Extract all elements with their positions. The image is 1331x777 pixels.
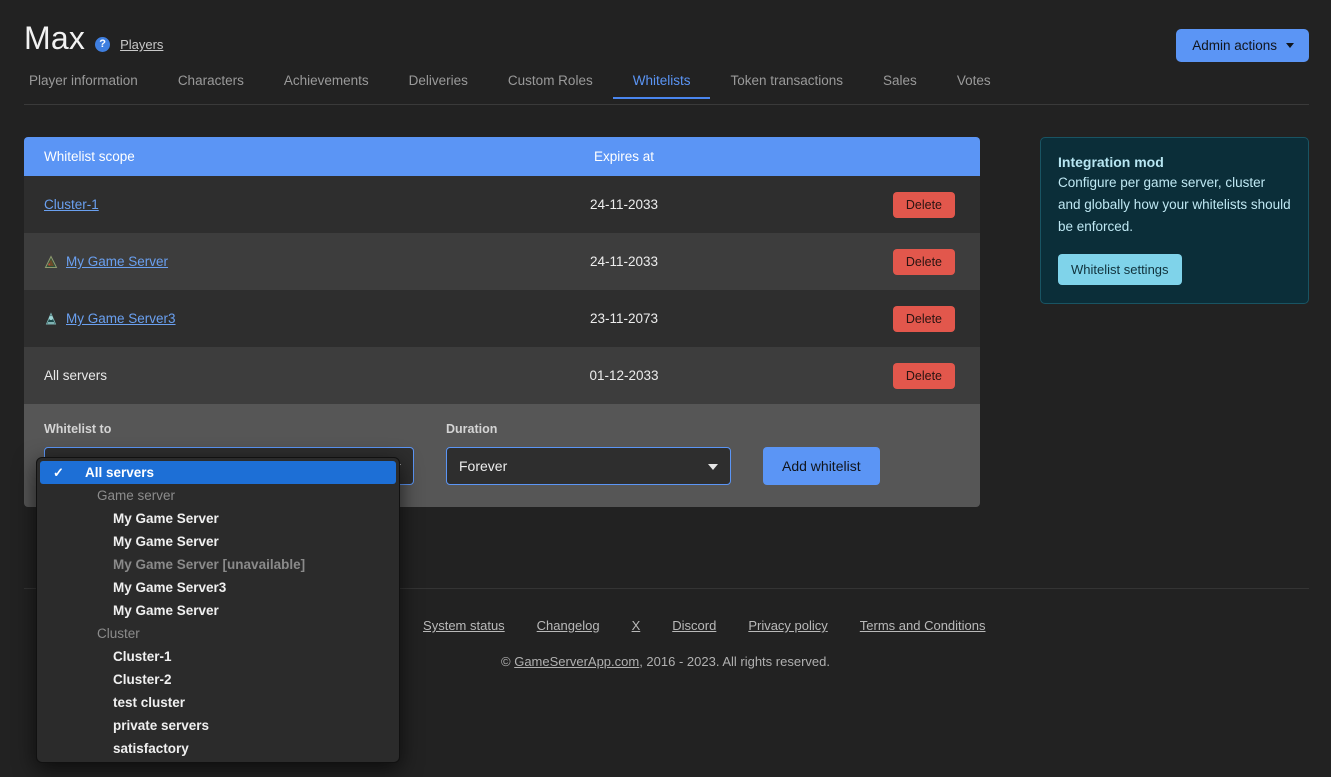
- cell-expires-at: 01-12-2033: [589, 368, 659, 383]
- whitelist-table-card: Whitelist scope Expires at Cluster-1 24-1…: [24, 137, 980, 507]
- title-breadcrumb-group: Max ? Players: [24, 20, 163, 57]
- cell-scope: All servers: [24, 368, 454, 383]
- add-whitelist-button[interactable]: Add whitelist: [763, 447, 880, 485]
- cell-actions: Delete: [794, 191, 980, 218]
- footer-link-system-status[interactable]: System status: [423, 618, 505, 633]
- conan-game-icon: [44, 311, 58, 326]
- table-row: My Game Server 24-11-2033 Delete: [24, 233, 980, 290]
- dropdown-option-label: All servers: [85, 465, 155, 480]
- cell-scope: Cluster-1: [24, 197, 454, 212]
- ark-game-icon: [44, 254, 58, 269]
- scope-link[interactable]: Cluster-1: [44, 197, 99, 212]
- table-row: All servers 01-12-2033 Delete: [24, 347, 980, 404]
- footer-link-privacy-policy[interactable]: Privacy policy: [748, 618, 827, 633]
- breadcrumb-players-link[interactable]: Players: [120, 37, 163, 52]
- dropdown-option[interactable]: satisfactory: [37, 737, 399, 760]
- cell-scope: My Game Server3: [24, 311, 454, 326]
- cell-actions: Delete: [794, 248, 980, 275]
- dropdown-group-label: Cluster: [97, 626, 140, 641]
- footer-link-discord[interactable]: Discord: [672, 618, 716, 633]
- dropdown-option: My Game Server [unavailable]: [113, 557, 306, 572]
- admin-actions-button[interactable]: Admin actions: [1176, 29, 1309, 62]
- chevron-down-icon: [708, 464, 718, 470]
- dropdown-option[interactable]: Cluster-1: [37, 645, 399, 668]
- cell-expires-at: 24-11-2033: [589, 197, 659, 212]
- whitelists-page: Max ? Players Admin actions Player infor…: [0, 0, 1331, 777]
- copyright-suffix: , 2016 - 2023. All rights reserved.: [639, 654, 830, 669]
- duration-select[interactable]: Forever: [446, 447, 731, 485]
- tab-custom-roles[interactable]: Custom Roles: [488, 73, 613, 99]
- table-body: Cluster-1 24-11-2033 Delete My Game Server 2…: [24, 176, 980, 404]
- duration-label: Duration: [446, 422, 498, 436]
- tab-token-transactions[interactable]: Token transactions: [710, 73, 863, 99]
- table-row: My Game Server3 23-11-2073 Delete: [24, 290, 980, 347]
- scope-text: All servers: [44, 368, 108, 383]
- dropdown-option[interactable]: Cluster-2: [37, 668, 399, 691]
- integration-mod-card: Integration mod Configure per game serve…: [1040, 137, 1309, 304]
- whitelist-to-label: Whitelist to: [44, 422, 112, 436]
- whitelist-scope-dropdown[interactable]: ✓ All servers Game server My Game Server My …: [36, 457, 400, 763]
- delete-button[interactable]: Delete: [892, 305, 955, 332]
- tab-achievements[interactable]: Achievements: [264, 73, 389, 99]
- table-header-row: Whitelist scope Expires at: [24, 137, 980, 176]
- integration-mod-body: Configure per game server, cluster and g…: [1058, 175, 1291, 234]
- footer-link-x[interactable]: X: [632, 618, 641, 633]
- tab-whitelists[interactable]: Whitelists: [613, 73, 711, 99]
- dropdown-option[interactable]: ✓ All servers: [40, 461, 396, 484]
- check-icon: ✓: [53, 464, 64, 480]
- delete-button[interactable]: Delete: [892, 191, 955, 218]
- scope-link[interactable]: My Game Server3: [66, 311, 176, 326]
- chevron-down-icon: [1286, 43, 1294, 48]
- scope-link[interactable]: My Game Server: [66, 254, 168, 269]
- integration-mod-title: Integration mod: [1058, 154, 1164, 170]
- copyright-prefix: ©: [501, 654, 515, 669]
- page-title: Max: [24, 20, 86, 56]
- cell-scope: My Game Server: [24, 254, 454, 269]
- column-header-scope: Whitelist scope: [44, 149, 135, 164]
- dropdown-option[interactable]: test cluster: [37, 691, 399, 714]
- dropdown-option[interactable]: private servers: [37, 714, 399, 737]
- admin-actions-label: Admin actions: [1192, 38, 1277, 53]
- dropdown-option[interactable]: My Game Server: [37, 530, 399, 553]
- dropdown-group-label: Game server: [97, 488, 176, 503]
- gameserverapp-link[interactable]: GameServerApp.com: [514, 654, 639, 669]
- tab-bar: Player information Characters Achievements…: [24, 73, 1309, 105]
- tab-votes[interactable]: Votes: [937, 73, 1011, 99]
- cell-actions: Delete: [794, 305, 980, 332]
- footer-link-terms-and-conditions[interactable]: Terms and Conditions: [860, 618, 986, 633]
- tab-player-information[interactable]: Player information: [24, 73, 158, 99]
- delete-button[interactable]: Delete: [892, 248, 955, 275]
- page-header: Max ? Players Admin actions: [0, 0, 1331, 68]
- dropdown-option[interactable]: My Game Server: [37, 507, 399, 530]
- footer-link-changelog[interactable]: Changelog: [537, 618, 600, 633]
- dropdown-option[interactable]: My Game Server3: [37, 576, 399, 599]
- delete-button[interactable]: Delete: [892, 362, 955, 389]
- duration-field: Duration Forever: [446, 422, 731, 485]
- cell-actions: Delete: [794, 362, 980, 389]
- cell-expires-at: 24-11-2033: [589, 254, 659, 269]
- cell-expires-at: 23-11-2073: [589, 311, 659, 326]
- tab-deliveries[interactable]: Deliveries: [389, 73, 488, 99]
- question-mark-icon[interactable]: ?: [95, 37, 111, 52]
- tab-sales[interactable]: Sales: [863, 73, 937, 99]
- whitelist-settings-button[interactable]: Whitelist settings: [1058, 254, 1182, 285]
- duration-value: Forever: [459, 458, 508, 474]
- column-header-expires: Expires at: [593, 149, 655, 164]
- tab-characters[interactable]: Characters: [158, 73, 264, 99]
- table-row: Cluster-1 24-11-2033 Delete: [24, 176, 980, 233]
- dropdown-option[interactable]: My Game Server: [37, 599, 399, 622]
